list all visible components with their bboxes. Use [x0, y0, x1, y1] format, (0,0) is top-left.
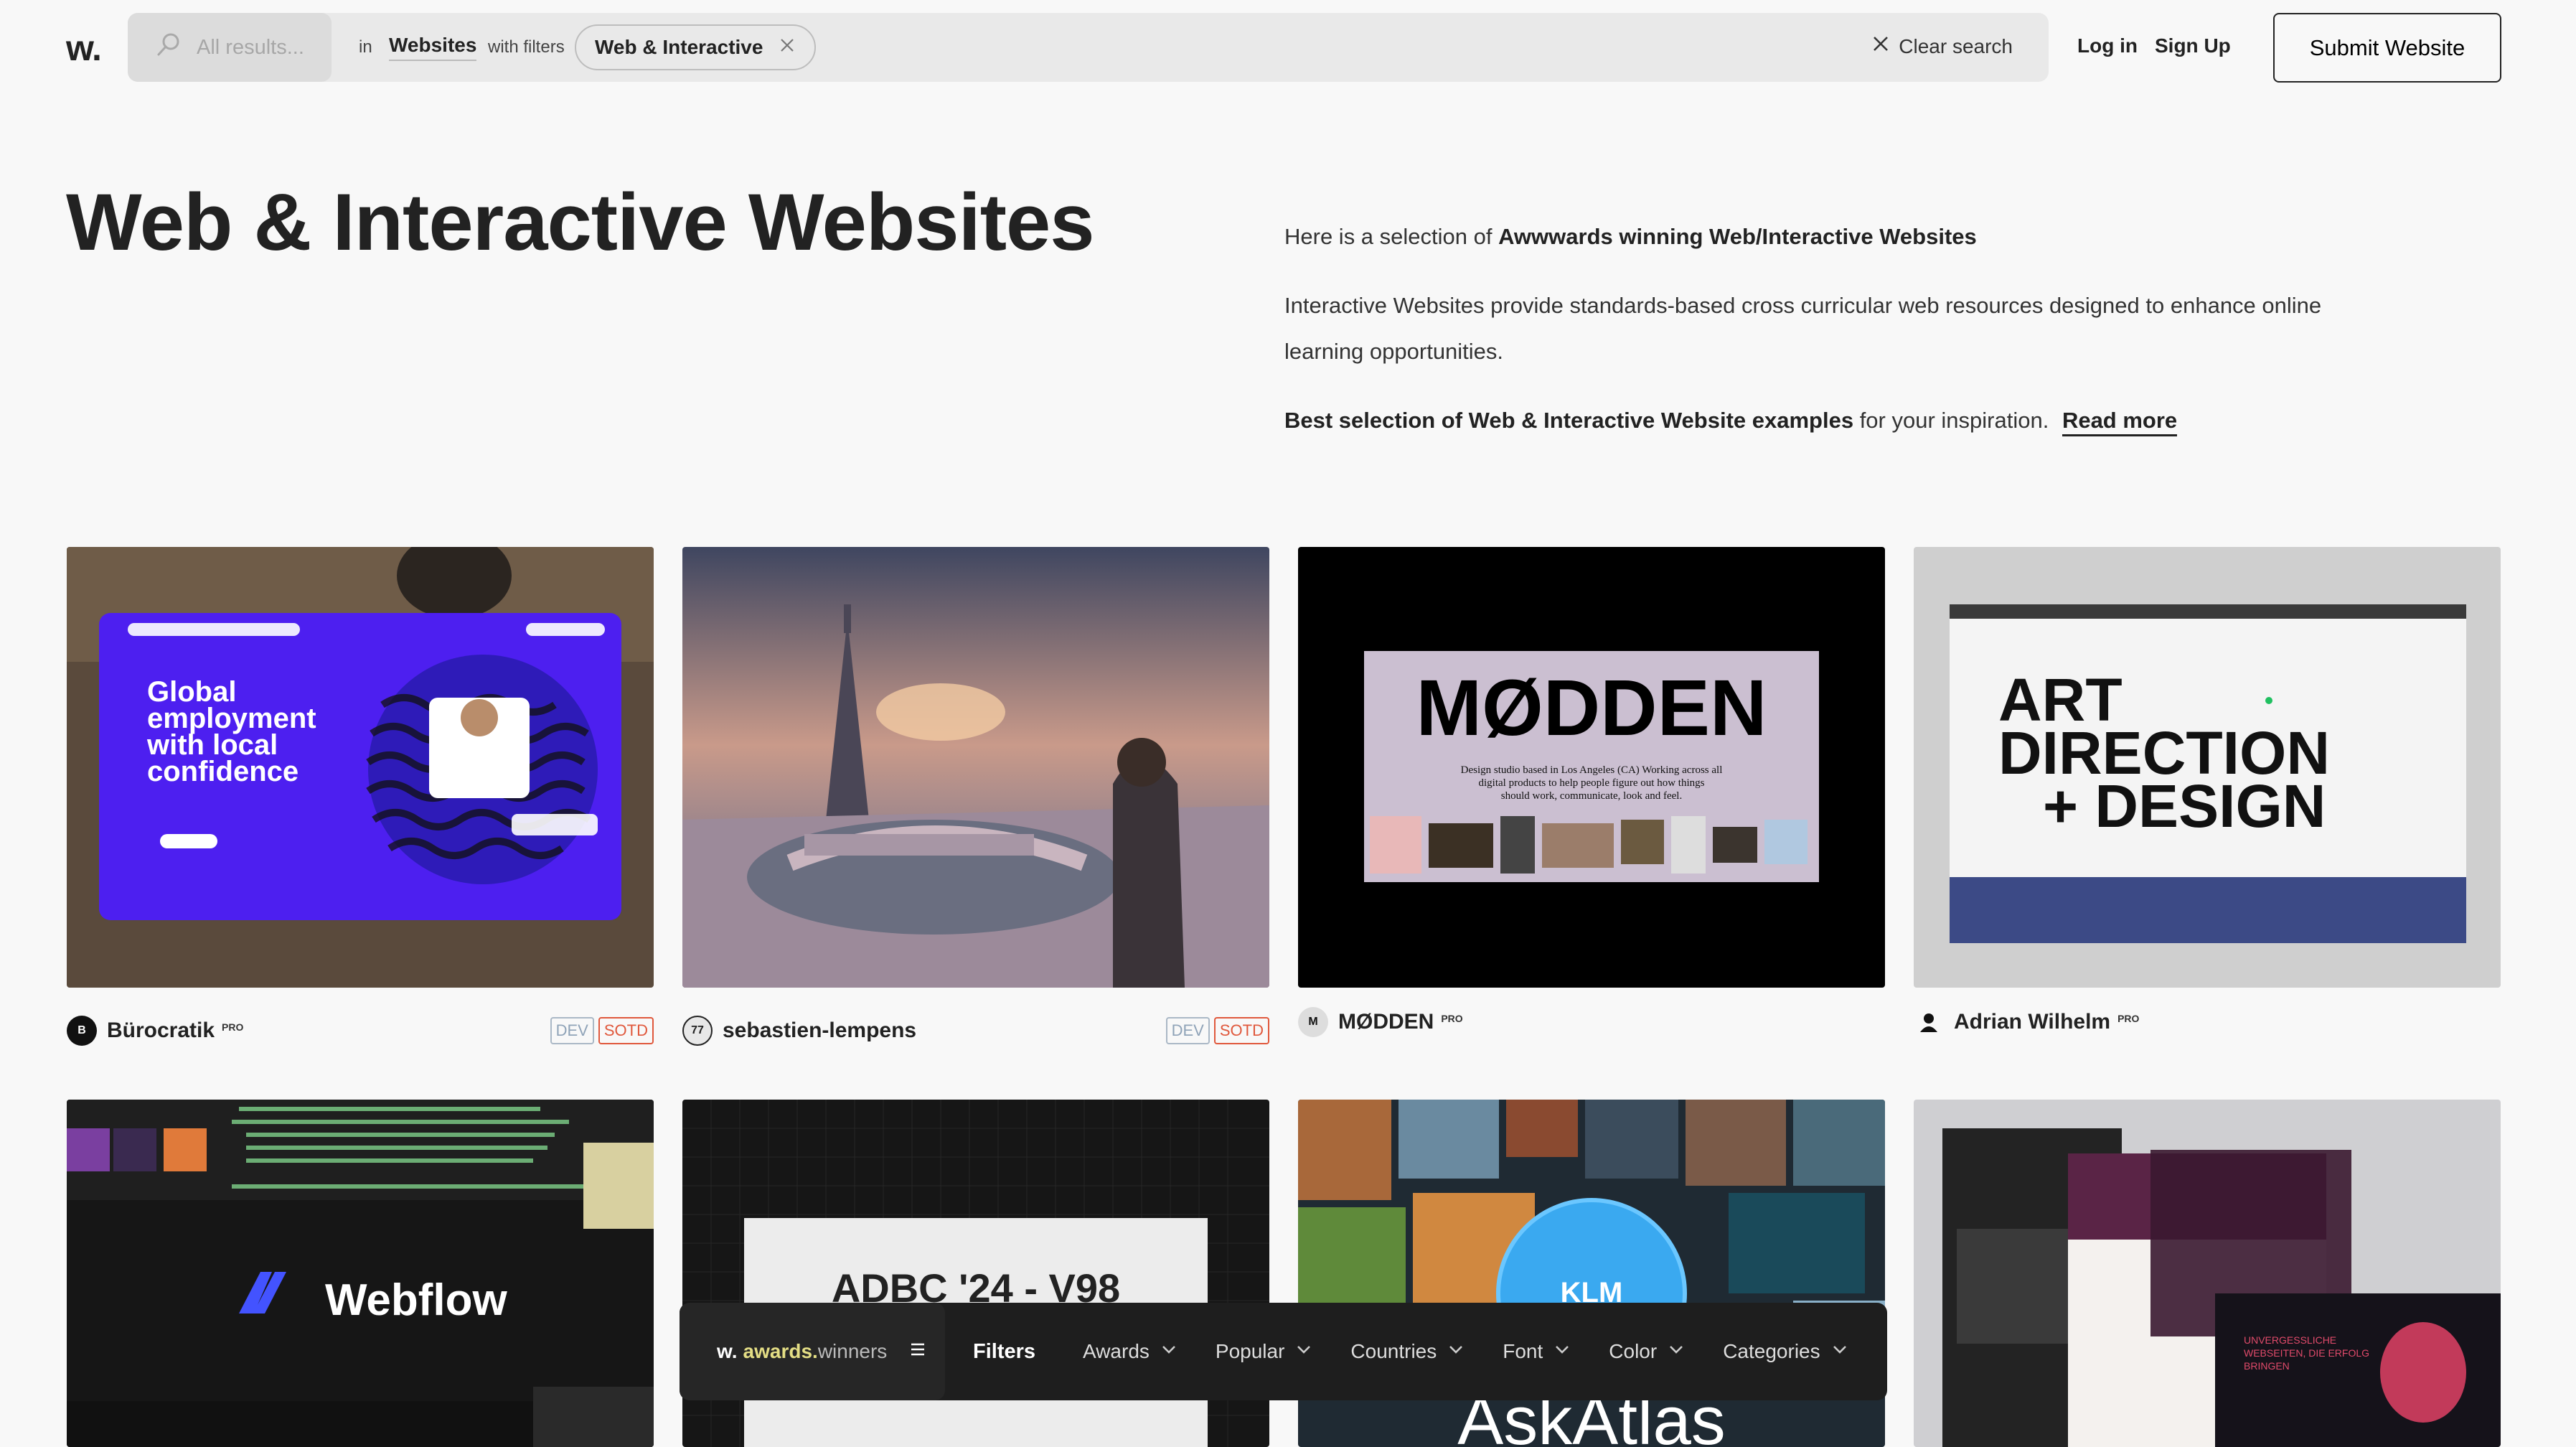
search-icon — [155, 30, 184, 65]
page-title: Web & Interactive Websites — [66, 177, 1095, 267]
site-card[interactable]: MØDDEN Design studio based in Los Angele… — [1298, 547, 1885, 1038]
site-thumbnail[interactable]: Global employment with local confidence — [67, 547, 654, 988]
card-meta: M MØDDEN PRO — [1298, 1006, 1885, 1038]
filter-list: Filters Awards Popular Countries Font Co… — [973, 1303, 1868, 1400]
with-filters-label: with filters — [488, 37, 565, 57]
avatar[interactable]: M — [1298, 1007, 1328, 1037]
in-label: in — [359, 37, 372, 57]
avatar[interactable]: B — [67, 1016, 97, 1046]
filter-categories[interactable]: Categories — [1704, 1340, 1867, 1364]
award-badges: DEV SOTD — [550, 1017, 654, 1044]
site-card[interactable]: ART DIRECTION + DESIGN Adrian Wilhelm PR… — [1914, 547, 2501, 1038]
read-more-link[interactable]: Read more — [2062, 408, 2178, 436]
site-card[interactable]: Webflow — [67, 1100, 654, 1447]
card-meta: B Bürocratik PRO DEV SOTD — [67, 1015, 654, 1046]
filters-title: Filters — [973, 1339, 1036, 1363]
thumb-text: BRINGEN — [2244, 1360, 2290, 1372]
search-placeholder: All results... — [197, 35, 304, 59]
site-thumbnail[interactable] — [682, 547, 1269, 988]
author-name[interactable]: MØDDEN — [1338, 1010, 1434, 1034]
chevron-down-icon — [1160, 1340, 1178, 1364]
card-meta: 77 sebastien-lempens DEV SOTD — [682, 1015, 1269, 1046]
site-card[interactable]: UNVERGESSLICHE WEBSEITEN, DIE ERFOLG BRI… — [1914, 1100, 2501, 1447]
site-thumbnail[interactable]: Webflow — [67, 1100, 654, 1447]
chevron-down-icon — [1553, 1340, 1571, 1364]
thumb-text: digital products to help people figure o… — [1479, 777, 1705, 789]
intro-line-2: Interactive Websites provide standards-b… — [1284, 293, 2322, 364]
submit-website-button[interactable]: Submit Website — [2273, 13, 2501, 83]
filter-awards[interactable]: Awards — [1064, 1340, 1197, 1364]
thumb-text: WEBSEITEN, DIE ERFOLG — [2244, 1347, 2369, 1359]
close-icon — [1871, 34, 1890, 58]
pro-badge: PRO — [1441, 1013, 1463, 1024]
dev-badge: DEV — [1165, 1017, 1210, 1044]
site-thumbnail[interactable]: ART DIRECTION + DESIGN — [1914, 547, 2501, 988]
thumb-text: Webflow — [325, 1275, 507, 1325]
awards-logo: w. — [717, 1340, 738, 1362]
winners-label: winners — [817, 1340, 888, 1362]
filter-font[interactable]: Font — [1484, 1340, 1590, 1364]
active-filter-chip[interactable]: Web & Interactive — [575, 24, 817, 70]
awards-winners-menu[interactable]: w. awards.winners — [680, 1303, 945, 1400]
award-badges: DEV SOTD — [1165, 1017, 1269, 1044]
chevron-down-icon — [1830, 1340, 1849, 1364]
intro-line-3: Best selection of Web & Interactive Webs… — [1284, 398, 2361, 444]
close-icon[interactable] — [779, 36, 796, 59]
intro-text: Here is a selection of Awwwards winning … — [1284, 214, 2361, 467]
author-name[interactable]: sebastien-lempens — [723, 1018, 916, 1043]
site-thumbnail[interactable]: UNVERGESSLICHE WEBSEITEN, DIE ERFOLG BRI… — [1914, 1100, 2501, 1447]
sotd-badge: SOTD — [1213, 1017, 1269, 1044]
thumb-text: Design studio based in Los Angeles (CA) … — [1461, 764, 1723, 776]
thumb-text: should work, communicate, look and feel. — [1501, 790, 1682, 802]
thumb-text: + DESIGN — [2043, 772, 2326, 840]
site-thumbnail[interactable]: MØDDEN Design studio based in Los Angele… — [1298, 547, 1885, 988]
filter-color[interactable]: Color — [1590, 1340, 1704, 1364]
active-filter-label: Web & Interactive — [595, 36, 763, 58]
chevron-down-icon — [1294, 1340, 1313, 1364]
site-card[interactable]: Global employment with local confidence … — [67, 547, 654, 1046]
thumb-text: MØDDEN — [1416, 664, 1767, 752]
site-card[interactable]: 77 sebastien-lempens DEV SOTD — [682, 547, 1269, 1046]
signup-link[interactable]: Sign Up — [2155, 34, 2231, 57]
intro-line-1: Here is a selection of Awwwards winning … — [1284, 224, 1977, 249]
thumb-text: confidence — [147, 756, 299, 787]
menu-icon — [898, 1339, 929, 1365]
chevron-down-icon — [1447, 1340, 1465, 1364]
login-link[interactable]: Log in — [2077, 34, 2138, 57]
filter-bar: w. awards.winners Filters Awards Popular… — [680, 1303, 1887, 1400]
author-name[interactable]: Adrian Wilhelm — [1954, 1010, 2110, 1034]
search-input[interactable]: All results... — [128, 13, 332, 82]
filter-countries[interactable]: Countries — [1332, 1340, 1484, 1364]
dev-badge: DEV — [550, 1017, 594, 1044]
thumb-text: UNVERGESSLICHE — [2244, 1334, 2336, 1346]
card-meta: Adrian Wilhelm PRO — [1914, 1006, 2501, 1038]
person-icon[interactable] — [1914, 1007, 1944, 1037]
pro-badge: PRO — [2117, 1013, 2140, 1024]
awwwards-logo[interactable]: w. — [66, 27, 102, 69]
filter-popular[interactable]: Popular — [1197, 1340, 1332, 1364]
author-name[interactable]: Bürocratik — [107, 1018, 215, 1043]
awards-label: awards. — [743, 1340, 818, 1362]
scope-dropdown[interactable]: Websites — [389, 34, 477, 61]
clear-search-label: Clear search — [1899, 34, 2013, 57]
search-bar: All results... in Websites with filters … — [128, 13, 2049, 82]
chevron-down-icon — [1667, 1340, 1686, 1364]
avatar[interactable]: 77 — [682, 1016, 713, 1046]
sotd-badge: SOTD — [598, 1017, 654, 1044]
pro-badge: PRO — [222, 1021, 244, 1033]
clear-search-button[interactable]: Clear search — [1871, 34, 2013, 58]
